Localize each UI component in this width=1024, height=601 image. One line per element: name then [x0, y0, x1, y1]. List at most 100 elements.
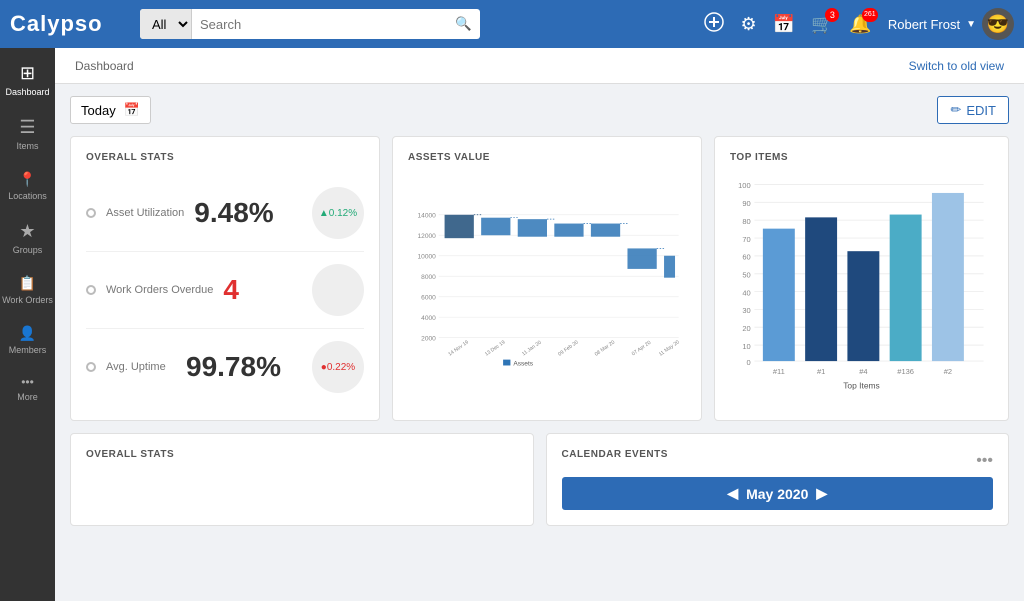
next-month-icon[interactable]: ▶: [816, 485, 827, 502]
search-input[interactable]: [192, 17, 447, 32]
svg-text:#1: #1: [817, 367, 825, 376]
sidebar-label-locations: Locations: [8, 191, 47, 201]
dashboard-content: Today 📅 ✏ EDIT OVERALL STATS Asset Utili…: [55, 84, 1024, 601]
sidebar-item-more[interactable]: ••• More: [0, 365, 55, 412]
sidebar-label-dashboard: Dashboard: [5, 87, 49, 97]
stat-label: Avg. Uptime: [106, 360, 176, 374]
stat-value: 99.78%: [186, 351, 302, 383]
svg-text:10000: 10000: [418, 254, 437, 261]
overall-stats-card-bottom: OVERALL STATS: [70, 433, 534, 526]
search-category-dropdown[interactable]: All: [140, 9, 192, 39]
sidebar-item-workorders[interactable]: 📋 Work Orders: [0, 265, 55, 315]
assets-chart-area: 14000 12000 10000 8000 6000 4000 2000: [408, 175, 686, 395]
top-items-title: TOP ITEMS: [730, 152, 993, 163]
sidebar-item-groups[interactable]: ★ Groups: [0, 211, 55, 265]
filter-bar: Today 📅 ✏ EDIT: [70, 96, 1009, 124]
svg-text:80: 80: [742, 217, 750, 226]
assets-value-title: ASSETS VALUE: [408, 152, 686, 163]
main-layout: ⊞ Dashboard ☰ Items 📍 Locations ★ Groups…: [0, 48, 1024, 601]
svg-text:100: 100: [738, 181, 751, 190]
cards-row-bottom: OVERALL STATS CALENDAR EVENTS ••• ◀ May …: [70, 433, 1009, 526]
dashboard-icon: ⊞: [20, 63, 35, 84]
top-items-svg: 100 90 80 70 60 50 40 30 20 10 0: [730, 175, 993, 395]
svg-text:6000: 6000: [421, 295, 436, 302]
date-filter[interactable]: Today 📅: [70, 96, 151, 124]
stat-dot: [86, 362, 96, 372]
calendar-events-title: CALENDAR EVENTS: [562, 449, 668, 460]
svg-text:Top Items: Top Items: [843, 380, 880, 390]
svg-text:07 Apr 20: 07 Apr 20: [631, 340, 652, 358]
edit-button[interactable]: ✏ EDIT: [937, 96, 1009, 124]
sidebar-item-dashboard[interactable]: ⊞ Dashboard: [0, 53, 55, 107]
svg-text:60: 60: [742, 253, 750, 262]
svg-text:#136: #136: [897, 367, 914, 376]
svg-text:14000: 14000: [418, 213, 437, 220]
assets-chart-svg: 14000 12000 10000 8000 6000 4000 2000: [408, 175, 686, 395]
svg-text:08 Mar 20: 08 Mar 20: [594, 339, 616, 357]
calendar-icon[interactable]: 📅: [773, 14, 795, 35]
edit-label: EDIT: [966, 103, 996, 118]
svg-text:#2: #2: [944, 367, 952, 376]
svg-text:90: 90: [742, 199, 750, 208]
svg-text:20: 20: [742, 324, 750, 333]
svg-text:#11: #11: [773, 367, 785, 376]
sidebar-item-members[interactable]: 👤 Members: [0, 315, 55, 365]
plus-icon[interactable]: [704, 12, 724, 37]
groups-icon: ★: [19, 221, 35, 242]
top-items-chart: 100 90 80 70 60 50 40 30 20 10 0: [730, 175, 993, 395]
svg-text:13 Dec 19: 13 Dec 19: [484, 339, 507, 357]
overall-stats-card: OVERALL STATS Asset Utilization 9.48% ▲0…: [70, 136, 380, 421]
stat-badge: ▲0.12%: [312, 187, 364, 239]
locations-icon: 📍: [19, 171, 36, 188]
stat-badge: [312, 264, 364, 316]
sidebar-label-items: Items: [16, 141, 38, 151]
stat-label: Work Orders Overdue: [106, 283, 213, 297]
svg-text:8000: 8000: [421, 274, 436, 281]
breadcrumb-bar: Dashboard Switch to old view: [55, 48, 1024, 84]
sidebar: ⊞ Dashboard ☰ Items 📍 Locations ★ Groups…: [0, 48, 55, 601]
assets-value-card: ASSETS VALUE 14000 12000 10000 8000 6000…: [392, 136, 702, 421]
avatar: 😎: [982, 8, 1014, 40]
sidebar-item-items[interactable]: ☰ Items: [0, 107, 55, 161]
members-icon: 👤: [19, 325, 36, 342]
sidebar-label-more: More: [17, 392, 38, 402]
stat-value: 4: [223, 274, 302, 306]
svg-text:70: 70: [742, 235, 750, 244]
calendar-month-header: ◀ May 2020 ▶: [562, 477, 994, 510]
sidebar-label-groups: Groups: [13, 245, 43, 255]
stat-dot: [86, 208, 96, 218]
switch-view-link[interactable]: Switch to old view: [909, 59, 1004, 73]
stat-value: 9.48%: [194, 197, 302, 229]
cart-icon[interactable]: 🛒 3: [811, 14, 833, 35]
svg-text:14 Nov 19: 14 Nov 19: [447, 339, 470, 357]
sidebar-item-locations[interactable]: 📍 Locations: [0, 161, 55, 211]
stat-label: Asset Utilization: [106, 206, 184, 220]
gear-icon[interactable]: ⚙: [740, 14, 756, 35]
stat-row: Avg. Uptime 99.78% ●0.22%: [86, 329, 364, 405]
more-options-icon[interactable]: •••: [976, 452, 993, 470]
stat-row: Work Orders Overdue 4: [86, 252, 364, 329]
svg-text:Assets: Assets: [513, 360, 533, 367]
sidebar-label-members: Members: [9, 345, 47, 355]
user-name: Robert Frost: [888, 17, 960, 32]
main-content: Dashboard Switch to old view Today 📅 ✏ E…: [55, 48, 1024, 601]
brand-logo: Calypso: [10, 11, 130, 37]
svg-text:40: 40: [742, 288, 750, 297]
sidebar-label-workorders: Work Orders: [2, 295, 53, 305]
bell-icon[interactable]: 🔔 261: [849, 14, 871, 35]
svg-text:#4: #4: [859, 367, 867, 376]
bell-badge: 261: [862, 8, 878, 22]
prev-month-icon[interactable]: ◀: [727, 485, 738, 502]
search-button[interactable]: 🔍: [447, 16, 480, 32]
overall-stats-title: OVERALL STATS: [86, 152, 364, 163]
stat-row: Asset Utilization 9.48% ▲0.12%: [86, 175, 364, 252]
svg-text:50: 50: [742, 270, 750, 279]
search-bar: All 🔍: [140, 9, 480, 39]
svg-text:11 May 20: 11 May 20: [658, 339, 681, 357]
user-menu[interactable]: Robert Frost ▼ 😎: [888, 8, 1014, 40]
svg-text:10: 10: [742, 342, 750, 351]
svg-text:11 Jan 20: 11 Jan 20: [521, 340, 543, 358]
svg-text:12000: 12000: [418, 233, 437, 240]
svg-text:09 Feb 20: 09 Feb 20: [557, 339, 579, 357]
cards-row-top: OVERALL STATS Asset Utilization 9.48% ▲0…: [70, 136, 1009, 421]
